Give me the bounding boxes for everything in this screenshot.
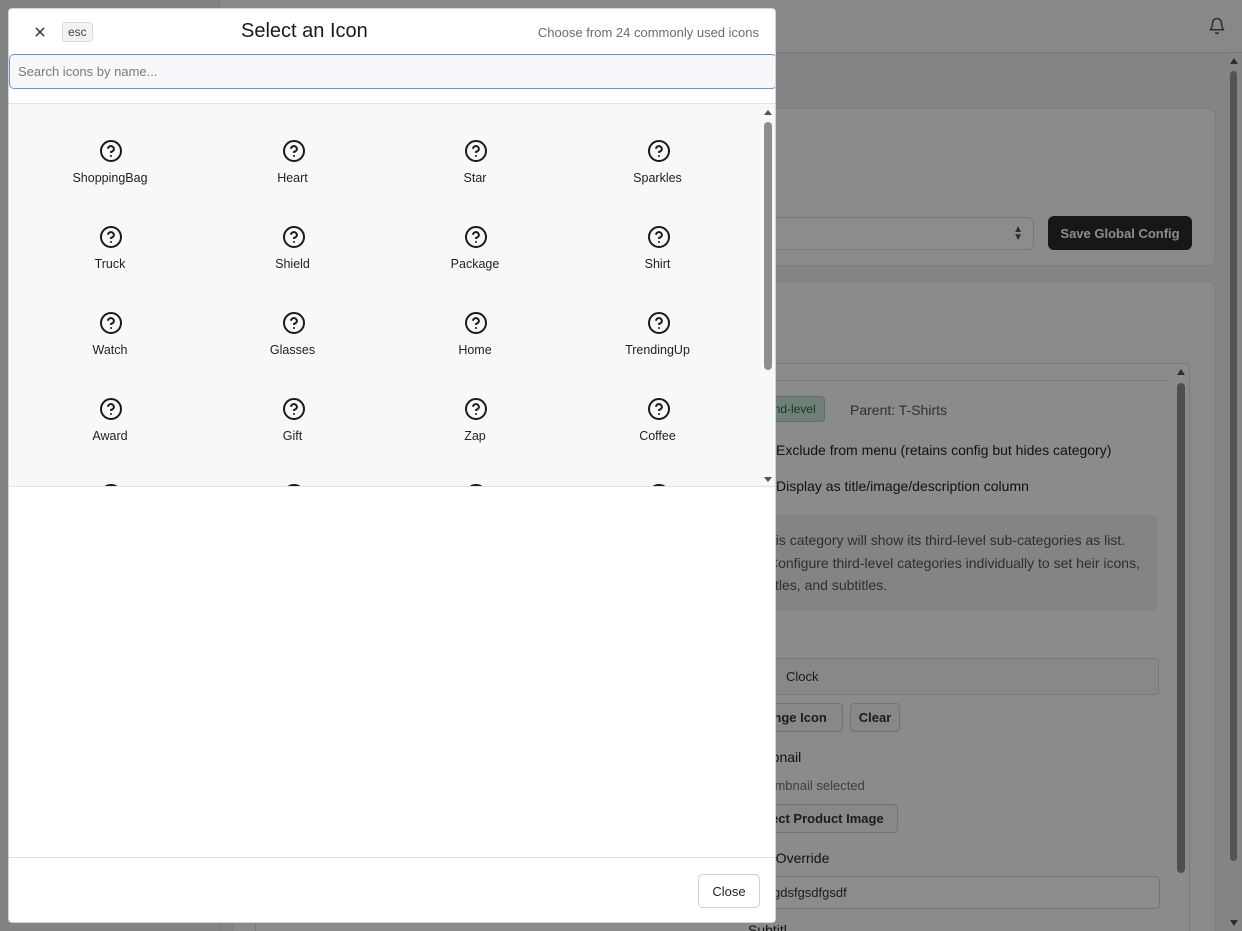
help-circle-icon — [652, 484, 665, 486]
help-circle-icon — [282, 226, 305, 248]
modal-footer: Close — [9, 857, 775, 922]
icon-search-input[interactable] — [9, 54, 775, 89]
help-circle-icon — [647, 398, 670, 420]
icon-option[interactable] — [567, 453, 749, 486]
icon-option-label: Package — [450, 257, 500, 271]
icon-option[interactable] — [202, 453, 384, 486]
icon-option[interactable]: Shirt — [567, 195, 749, 281]
help-circle-icon — [465, 226, 487, 248]
icon-option-label: Home — [458, 343, 492, 357]
icon-option-label: Gift — [282, 429, 303, 443]
help-circle-icon — [100, 398, 122, 420]
icon-option[interactable]: Sparkles — [567, 109, 749, 195]
help-circle-icon — [465, 140, 487, 162]
help-circle-icon — [647, 312, 670, 334]
icon-option[interactable] — [384, 453, 566, 486]
icon-option[interactable]: Zap — [384, 367, 566, 453]
icon-option-label: Zap — [464, 429, 486, 443]
modal-title: Select an Icon — [241, 20, 368, 42]
help-circle-icon — [100, 140, 122, 162]
help-circle-icon — [287, 484, 300, 486]
modal-subtitle: Choose from 24 commonly used icons — [537, 25, 759, 40]
icon-option[interactable]: Heart — [202, 109, 384, 195]
help-circle-icon — [465, 398, 487, 420]
icon-option-label: Shield — [275, 257, 310, 271]
icon-option[interactable]: Gift — [202, 367, 384, 453]
icon-option-label: Heart — [277, 171, 308, 185]
icon-option-label: TrendingUp — [625, 343, 690, 357]
modal-header: esc Select an Icon Choose from 24 common… — [9, 9, 775, 53]
icon-option-label: Star — [463, 171, 487, 185]
icon-option-label: Glasses — [269, 343, 316, 357]
icon-option-label: Coffee — [639, 429, 676, 443]
icon-option[interactable]: Watch — [19, 281, 201, 367]
icon-option[interactable]: Award — [19, 367, 201, 453]
help-circle-icon — [282, 140, 305, 162]
help-circle-icon — [100, 312, 122, 334]
help-circle-icon — [282, 398, 305, 420]
icon-option-label: Truck — [94, 257, 126, 271]
close-icon[interactable] — [31, 23, 49, 41]
icon-option-label: ShoppingBag — [72, 171, 148, 185]
icon-option-label: Sparkles — [633, 171, 682, 185]
icon-option-label: Watch — [92, 343, 128, 357]
icon-option[interactable]: ShoppingBag — [19, 109, 201, 195]
esc-key-hint: esc — [62, 22, 93, 42]
icon-option[interactable]: Shield — [202, 195, 384, 281]
help-circle-icon — [647, 140, 670, 162]
icon-option[interactable]: Star — [384, 109, 566, 195]
icon-option[interactable]: Coffee — [567, 367, 749, 453]
icon-option[interactable]: Truck — [19, 195, 201, 281]
help-circle-icon — [469, 484, 483, 486]
icon-picker-modal: esc Select an Icon Choose from 24 common… — [8, 8, 776, 923]
help-circle-icon — [647, 226, 670, 248]
icon-grid-scrollbar[interactable] — [761, 104, 775, 486]
icon-option-label: Shirt — [644, 257, 671, 271]
icon-option-label: Award — [92, 429, 128, 443]
icon-option[interactable] — [19, 453, 201, 486]
help-circle-icon — [100, 226, 122, 248]
help-circle-icon — [104, 484, 118, 486]
icon-grid-container: ShoppingBag Heart Star Sparkles Truck Shield P… — [9, 103, 775, 487]
close-button[interactable]: Close — [698, 874, 760, 908]
help-circle-icon — [465, 312, 487, 334]
icon-option[interactable]: Package — [384, 195, 566, 281]
icon-option[interactable]: Home — [384, 281, 566, 367]
icon-option[interactable]: Glasses — [202, 281, 384, 367]
icon-option[interactable]: TrendingUp — [567, 281, 749, 367]
help-circle-icon — [282, 312, 305, 334]
